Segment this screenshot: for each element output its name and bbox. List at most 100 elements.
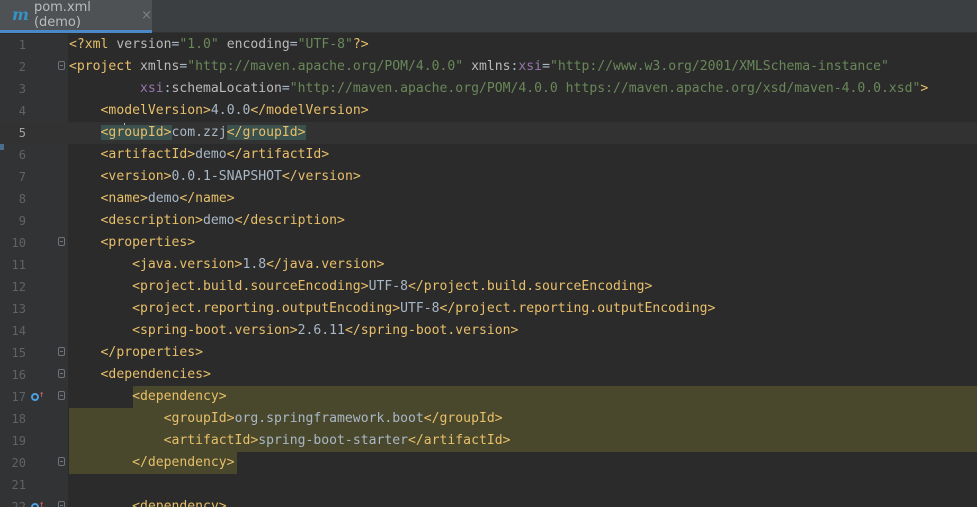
- code-token: <spring-boot.version>: [132, 323, 298, 338]
- line-number: 2: [18, 60, 26, 74]
- tab-pom-xml[interactable]: m pom.xml (demo) ×: [0, 0, 152, 33]
- code-token: </groupId>: [226, 125, 306, 140]
- code-line[interactable]: 4 <modelVersion>4.0.0</modelVersion>: [0, 100, 977, 122]
- code-line[interactable]: 7 <version>0.0.1-SNAPSHOT</version>: [0, 166, 977, 188]
- code-line[interactable]: 22 ↑ <dependency>: [0, 496, 977, 507]
- code-text: <properties>: [69, 232, 196, 254]
- code-text: <dependency>: [69, 386, 227, 408]
- code-line[interactable]: 6 <artifactId>demo</artifactId>: [0, 144, 977, 166]
- line-number: 5: [18, 126, 26, 140]
- fold-toggle-icon[interactable]: [58, 237, 65, 246]
- fold-toggle-icon[interactable]: [58, 391, 65, 400]
- code-text: xsi:schemaLocation="http://maven.apache.…: [69, 78, 928, 100]
- code-token: ?>: [352, 37, 369, 52]
- code-editor[interactable]: 1 <?xml version="1.0" encoding="UTF-8"?> 2…: [0, 34, 977, 507]
- line-number: 22: [11, 500, 26, 507]
- fold-toggle-icon[interactable]: [58, 347, 65, 356]
- code-text: <project.reporting.outputEncoding>UTF-8<…: [69, 298, 715, 320]
- code-line[interactable]: 9 <description>demo</description>: [0, 210, 977, 232]
- code-line[interactable]: 3 xsi:schemaLocation="http://maven.apach…: [0, 78, 977, 100]
- code-text: <project.build.sourceEncoding>UTF-8</pro…: [69, 276, 652, 298]
- implemented-dependency-icon[interactable]: ↑: [31, 390, 44, 403]
- code-token: "http://maven.apache.org/POM/4.0.0 https…: [289, 81, 921, 96]
- code-token: demo: [203, 213, 235, 228]
- line-number: 13: [11, 302, 26, 316]
- code-text: <artifactId>demo</artifactId>: [69, 144, 330, 166]
- code-text: <?xml version="1.0" encoding="UTF-8"?>: [69, 34, 369, 56]
- code-token: <groupId>: [163, 411, 235, 426]
- code-text: <artifactId>spring-boot-starter</artifac…: [69, 430, 511, 452]
- code-token: org.springframework.boot: [234, 411, 424, 426]
- code-line[interactable]: 2 <project xmlns = "http://maven.apache.org…: [0, 56, 977, 78]
- code-token: oupId>: [124, 125, 172, 140]
- code-line[interactable]: 17 ↑ <dependency>: [0, 386, 977, 408]
- code-token: =: [542, 59, 550, 74]
- code-text: <description>demo</description>: [69, 210, 345, 232]
- code-token: >: [920, 81, 929, 96]
- code-token: :: [163, 81, 172, 96]
- implemented-dependency-icon[interactable]: ↑: [31, 500, 44, 507]
- code-text: <project xmlns = "http://maven.apache.org/…: [69, 56, 889, 78]
- code-token: <project.build.sourceEncoding>: [132, 279, 369, 294]
- code-text: <name>demo</name>: [69, 188, 235, 210]
- code-token: xsi: [518, 59, 543, 74]
- code-text: <groupId>org.springframework.boot</group…: [69, 408, 503, 430]
- code-token: </modelVersion>: [250, 103, 369, 118]
- code-token: <artifactId>: [163, 433, 259, 448]
- code-line[interactable]: 12 <project.build.sourceEncoding>UTF-8</…: [0, 276, 977, 298]
- code-token: xmlns: [471, 59, 511, 74]
- code-token: encoding: [226, 37, 290, 52]
- code-token: </artifactId>: [408, 433, 511, 448]
- line-number: 9: [18, 214, 26, 228]
- code-line[interactable]: 16 <dependencies>: [0, 364, 977, 386]
- line-number: 6: [18, 148, 26, 162]
- close-icon[interactable]: ×: [141, 8, 152, 23]
- code-token: xmlns: [139, 59, 180, 74]
- code-line[interactable]: 20 </dependency>: [0, 452, 977, 474]
- code-token: spring-boot-starter: [258, 433, 408, 448]
- line-number: 12: [11, 280, 26, 294]
- line-number: 14: [11, 324, 26, 338]
- code-token: </properties>: [100, 345, 204, 360]
- code-token: 4.0.0: [210, 103, 251, 118]
- fold-toggle-icon[interactable]: [58, 369, 65, 378]
- fold-toggle-icon[interactable]: [58, 501, 65, 507]
- code-line[interactable]: 5 <groupId>com.zzj</groupId>: [0, 122, 977, 144]
- code-token: UTF-8: [368, 279, 408, 294]
- fold-toggle-icon[interactable]: [58, 61, 65, 70]
- code-text: <spring-boot.version>2.6.11</spring-boot…: [69, 320, 518, 342]
- fold-toggle-icon[interactable]: [58, 457, 65, 466]
- code-token: </description>: [234, 213, 345, 228]
- code-token: schemaLocation: [171, 81, 282, 96]
- code-token: "UTF-8": [297, 37, 353, 52]
- code-token: =: [289, 37, 298, 52]
- code-line[interactable]: 13 <project.reporting.outputEncoding>UTF…: [0, 298, 977, 320]
- code-token: <: [69, 59, 77, 74]
- line-number: 18: [11, 412, 26, 426]
- code-token: project: [76, 59, 140, 74]
- code-line[interactable]: 14 <spring-boot.version>2.6.11</spring-b…: [0, 320, 977, 342]
- code-line[interactable]: 10 <properties>: [0, 232, 977, 254]
- line-number: 11: [11, 258, 26, 272]
- code-token: </groupId>: [423, 411, 503, 426]
- code-line[interactable]: 19 <artifactId>spring-boot-starter</arti…: [0, 430, 977, 452]
- code-token: <gr: [100, 125, 125, 140]
- code-token: <modelVersion>: [100, 103, 211, 118]
- line-number: 21: [11, 478, 26, 492]
- code-line[interactable]: 21: [0, 474, 977, 496]
- code-line[interactable]: 18 <groupId>org.springframework.boot</gr…: [0, 408, 977, 430]
- code-line[interactable]: 11 <java.version>1.8</java.version>: [0, 254, 977, 276]
- code-line[interactable]: 15 </properties>: [0, 342, 977, 364]
- code-line[interactable]: 8 <name>demo</name>: [0, 188, 977, 210]
- code-line[interactable]: 1 <?xml version="1.0" encoding="UTF-8"?>: [0, 34, 977, 56]
- code-token: demo: [195, 147, 227, 162]
